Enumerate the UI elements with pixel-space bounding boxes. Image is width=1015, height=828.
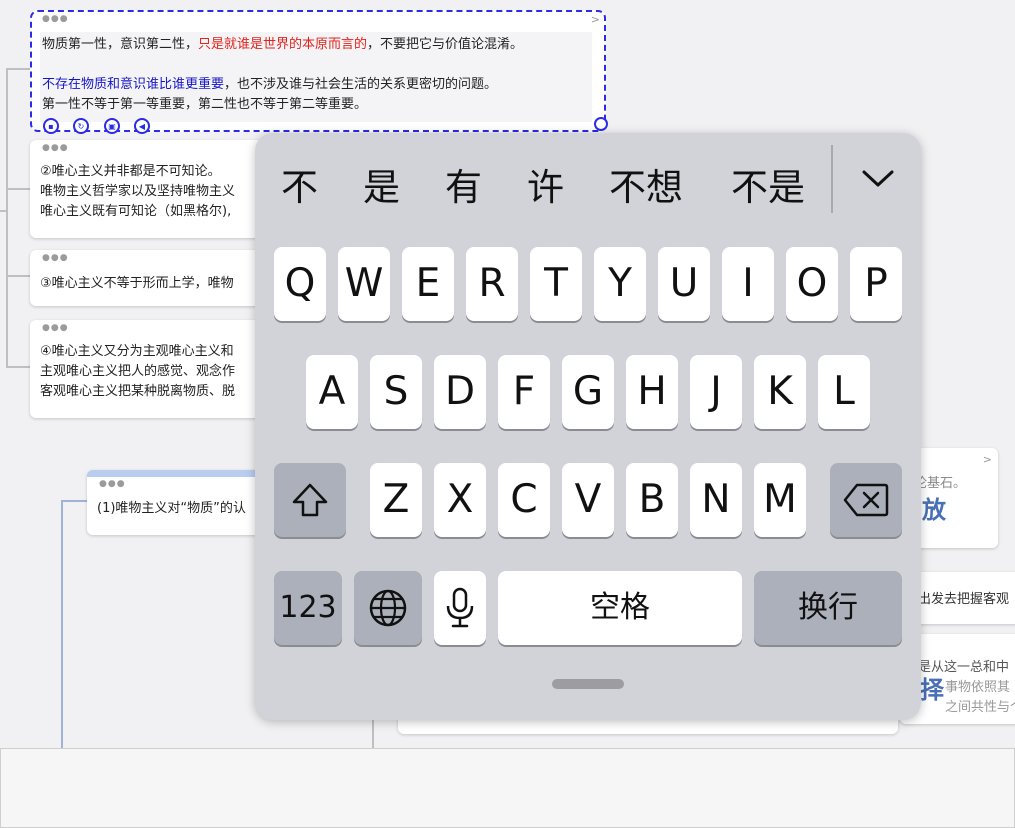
resize-handle[interactable] [594,117,608,131]
node-text-line: 是从这一总和中 [918,660,1010,675]
space-key[interactable]: 空格 [498,571,742,645]
selected-node[interactable]: ●●● > 物质第一性，意识第二性，只是就谁是世界的本原而言的，不要把它与价值论… [30,10,606,132]
microphone-icon [446,587,474,628]
key-j[interactable]: J [690,355,742,429]
backspace-key[interactable] [830,463,902,537]
backspace-icon [843,483,889,517]
candidate-word[interactable]: 不是 [731,163,805,213]
dictation-key[interactable] [434,571,486,645]
connector-line [6,188,30,190]
connector-line [61,500,63,748]
connector-line [6,366,30,368]
key-l[interactable]: L [818,355,870,429]
drag-handle-icon[interactable]: ●●● [99,480,126,489]
node-text-line: 事物依照其 [945,680,1011,695]
keyboard-drag-handle[interactable] [552,679,624,689]
node-text-line: 论基石。 [914,476,967,491]
key-k[interactable]: K [754,355,806,429]
key-n[interactable]: N [690,463,742,537]
key-d[interactable]: D [434,355,486,429]
key-a[interactable]: A [306,355,358,429]
shift-key[interactable] [274,463,346,537]
chevron-right-icon[interactable]: > [983,450,992,470]
candidate-word[interactable]: 许 [527,163,564,213]
key-o[interactable]: O [786,247,838,321]
candidate-divider [831,145,833,213]
drag-handle-icon[interactable]: ●●● [42,254,69,263]
connector-line [0,210,8,212]
drag-handle-icon[interactable]: ●●● [42,15,69,24]
key-h[interactable]: H [626,355,678,429]
candidate-word[interactable]: 不 [281,163,318,213]
key-i[interactable]: I [722,247,774,321]
key-r[interactable]: R [466,247,518,321]
bottom-toolbar [0,748,1015,828]
key-v[interactable]: V [562,463,614,537]
connector-line [6,68,8,368]
node-text-line: 之间共性与个 [945,700,1015,715]
key-t[interactable]: T [530,247,582,321]
key-c[interactable]: C [498,463,550,537]
key-f[interactable]: F [498,355,550,429]
chevron-down-icon[interactable] [858,158,898,198]
candidate-word[interactable]: 是 [363,163,400,213]
connector-line [6,275,30,277]
numbers-key[interactable]: 123 [274,571,342,645]
key-u[interactable]: U [658,247,710,321]
onscreen-keyboard: 不 是 有 许 不想 不是 Q W E R T Y U I O P A S D … [255,133,921,720]
node-large-text: 择 [920,676,944,704]
node-large-text: 放 [922,496,946,524]
shift-icon [292,483,328,517]
connector-line [61,500,87,502]
key-q[interactable]: Q [274,247,326,321]
return-key[interactable]: 换行 [754,571,902,645]
key-m[interactable]: M [754,463,806,537]
globe-key[interactable] [354,571,422,645]
key-w[interactable]: W [338,247,390,321]
connector-line [6,68,30,70]
audio-icon[interactable]: ◀ [134,118,150,134]
key-e[interactable]: E [402,247,454,321]
key-s[interactable]: S [370,355,422,429]
key-p[interactable]: P [850,247,902,321]
chevron-right-icon[interactable]: > [591,13,600,26]
candidate-word[interactable]: 有 [445,163,482,213]
node-text-line: 物质第一性，意识第二性，只是就谁是世界的本原而言的，不要把它与价值论混淆。 [42,37,524,52]
node-text-line: 不存在物质和意识谁比谁更重要，也不涉及谁与社会生活的关系更密切的问题。 [42,77,498,92]
drag-handle-icon[interactable]: ●●● [42,324,69,333]
image-icon[interactable]: ▣ [104,118,120,134]
drag-handle-icon[interactable]: ●●● [42,144,69,153]
key-z[interactable]: Z [370,463,422,537]
candidate-word[interactable]: 不想 [609,163,683,213]
key-y[interactable]: Y [594,247,646,321]
node-text-line: 出发去把握客观 [918,592,1010,607]
node-text-line: 第一性不等于第一等重要，第二性也不等于第二等重要。 [42,97,368,112]
globe-icon [369,589,407,627]
key-x[interactable]: X [434,463,486,537]
key-b[interactable]: B [626,463,678,537]
key-g[interactable]: G [562,355,614,429]
link-icon[interactable]: ↻ [73,118,89,134]
comment-icon[interactable]: ▪ [43,118,59,134]
